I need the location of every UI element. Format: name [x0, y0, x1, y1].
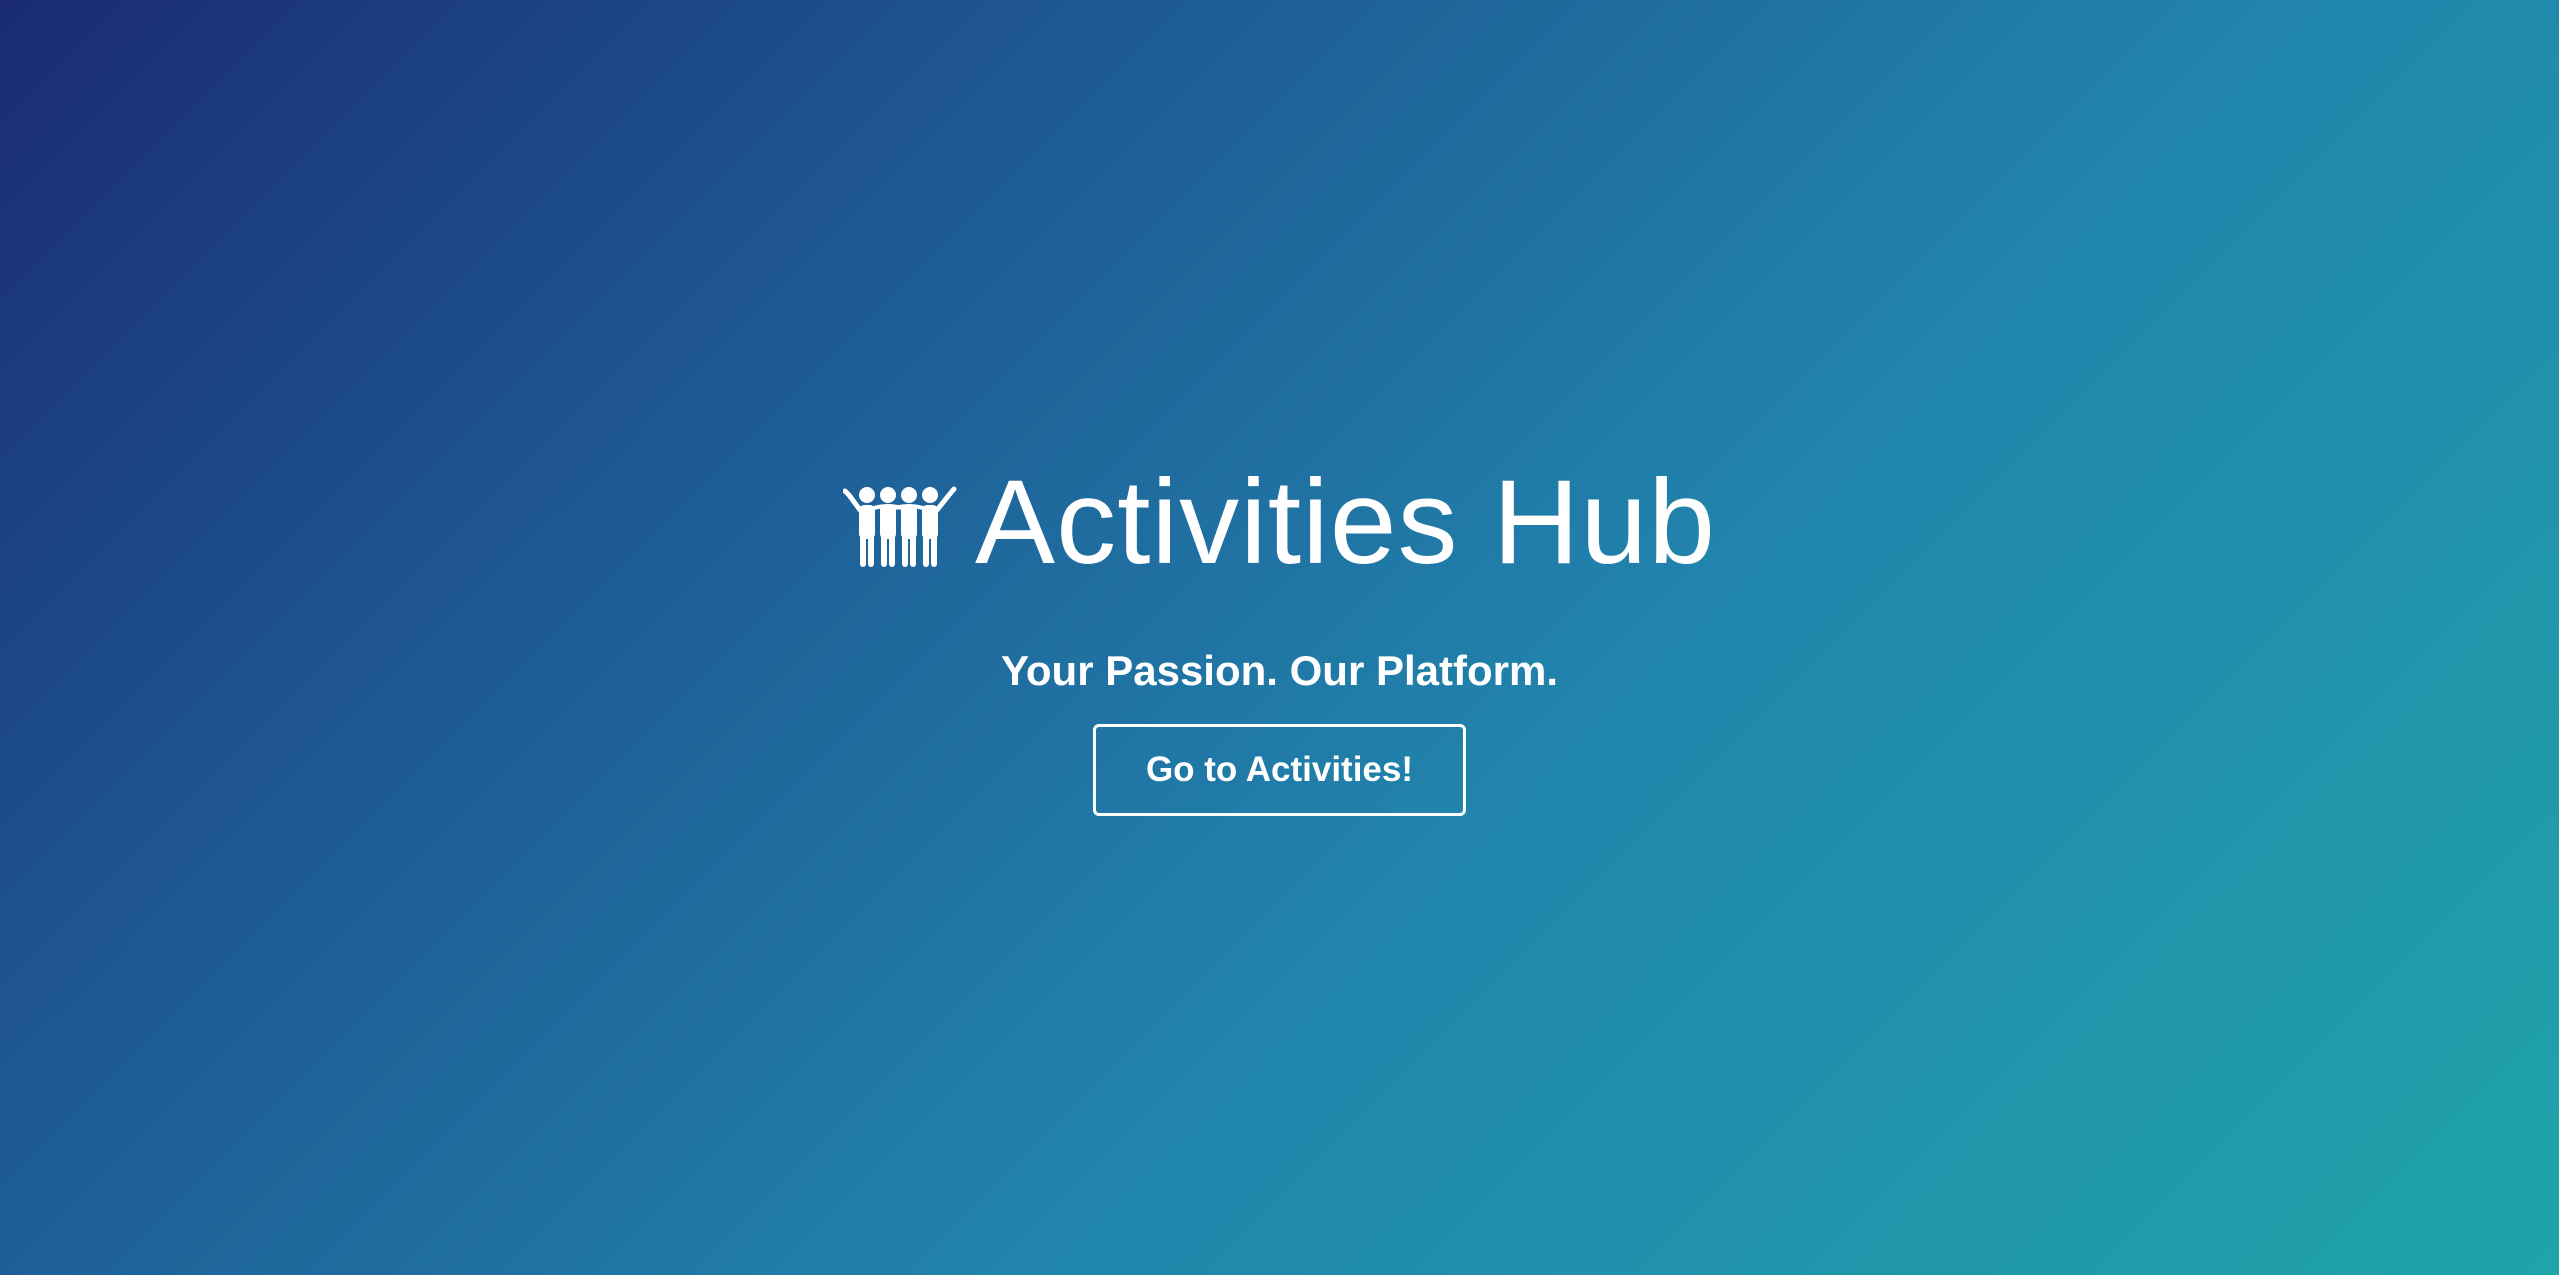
hero-title-row: Activities Hub — [843, 452, 1716, 592]
people-group-icon — [843, 486, 957, 567]
go-to-activities-button[interactable]: Go to Activities! — [1093, 724, 1466, 816]
hero-section: Activities Hub Your Passion. Our Platfor… — [0, 0, 2559, 1275]
hero-tagline: Your Passion. Our Platform. — [1001, 647, 1558, 694]
page-title: Activities Hub — [975, 455, 1716, 589]
